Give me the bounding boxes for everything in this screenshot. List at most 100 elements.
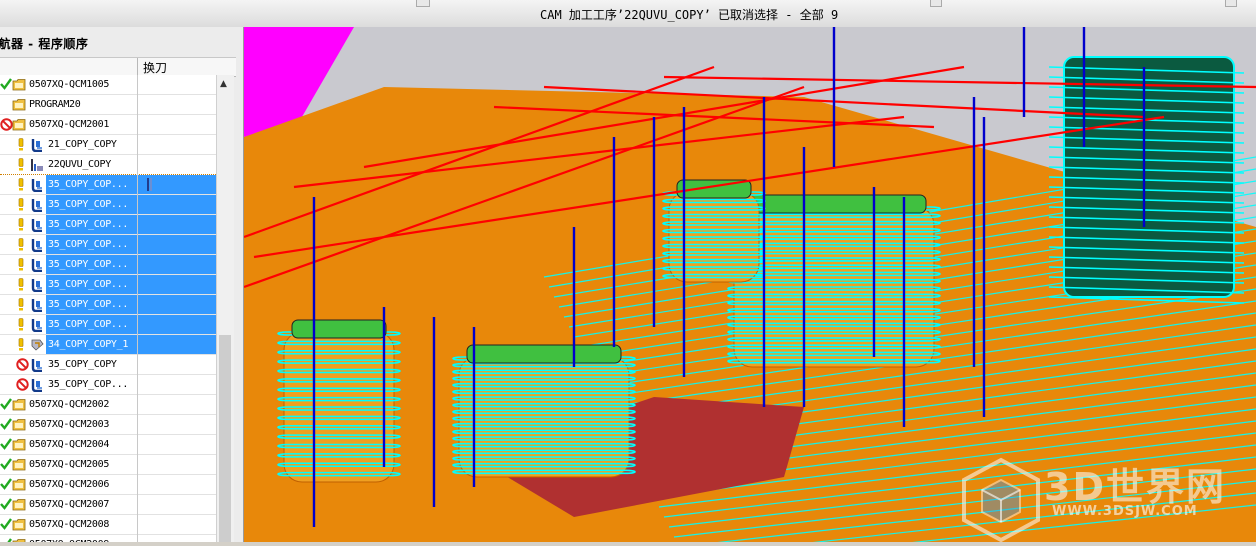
window-title: CAM 加工工序’22QUVU_COPY’ 已取消选择 - 全部 9 (540, 8, 839, 22)
title-button[interactable] (930, 0, 942, 7)
row-label: 35_COPY_COP... (48, 379, 129, 390)
tree-row[interactable]: 35_COPY_COP... (0, 375, 216, 395)
mill-op-icon (30, 138, 44, 155)
column-separator (137, 75, 138, 95)
row-label: 0507XQ-QCM2008 (29, 519, 110, 530)
tree-row[interactable]: 35_COPY_COP... (0, 275, 216, 295)
program-folder-icon (12, 498, 26, 514)
tool-change-icon (146, 178, 154, 194)
tree-row[interactable]: 0507XQ-QCM2006 (0, 475, 216, 495)
cube-logo-icon (962, 457, 1040, 543)
tree-row[interactable]: 35_COPY_COP... (0, 175, 216, 195)
watermark-url: WWW.3DSJW.COM (1052, 504, 1198, 519)
navigator-title: 导航器 - 程序顺序 (0, 37, 89, 51)
mill-op-icon (30, 258, 44, 275)
mill-op-icon (30, 358, 44, 375)
column-separator (137, 455, 138, 475)
row-label: 0507XQ-QCM2006 (29, 479, 110, 490)
tree-row[interactable]: 35_COPY_COP... (0, 215, 216, 235)
ban-icon (16, 358, 29, 374)
row-label: 0507XQ-QCM2005 (29, 459, 110, 470)
check-icon (0, 418, 12, 433)
row-label: 35_COPY_COP... (48, 179, 129, 190)
boss-top (466, 344, 622, 364)
warning-icon (16, 278, 26, 294)
title-button[interactable] (416, 0, 430, 7)
tree-row[interactable]: 35_COPY_COP... (0, 255, 216, 275)
tree-row[interactable]: 0507XQ-QCM2001 (0, 115, 216, 135)
boss-top (291, 319, 387, 339)
warning-icon (16, 218, 26, 234)
tree-row[interactable]: 21_COPY_COPY (0, 135, 216, 155)
tree-row[interactable]: PROGRAM20 (0, 95, 216, 115)
row-label: 0507XQ-QCM2003 (29, 419, 110, 430)
warning-icon (16, 238, 26, 254)
warning-icon (16, 258, 26, 274)
column-name[interactable] (0, 58, 138, 76)
scroll-up-icon[interactable]: ▲ (220, 79, 227, 89)
warning-icon (16, 298, 26, 314)
tree-row[interactable]: 0507XQ-QCM2003 (0, 415, 216, 435)
program-folder-icon (12, 418, 26, 434)
column-separator (137, 335, 138, 355)
row-label: 35_COPY_COP... (48, 219, 129, 230)
column-separator (137, 235, 138, 255)
column-separator (137, 275, 138, 295)
mill-op-icon (30, 278, 44, 295)
column-separator (137, 415, 138, 435)
tree-row[interactable]: 0507XQ-QCM2007 (0, 495, 216, 515)
check-icon (0, 458, 12, 473)
tree-row[interactable]: 22QUVU_COPY (0, 155, 216, 175)
title-bar: CAM 加工工序’22QUVU_COPY’ 已取消选择 - 全部 9 (0, 0, 1256, 28)
tree-row[interactable]: 0507XQ-QCM2009 (0, 535, 216, 542)
tree-row[interactable]: 0507XQ-QCM2002 (0, 395, 216, 415)
row-label: 35_COPY_COP... (48, 319, 129, 330)
warning-icon (16, 158, 26, 174)
row-label: 35_COPY_COPY (48, 359, 117, 370)
column-separator (137, 495, 138, 515)
tree-row[interactable]: 35_COPY_COP... (0, 235, 216, 255)
tree-row[interactable]: 0507XQ-QCM2008 (0, 515, 216, 535)
column-separator (137, 375, 138, 395)
program-folder-icon (12, 518, 26, 534)
tree-row[interactable]: 34_COPY_COPY_1 (0, 335, 216, 355)
column-separator (137, 475, 138, 495)
row-label: 0507XQ-QCM2004 (29, 439, 110, 450)
tree-row[interactable]: 35_COPY_COPY (0, 355, 216, 375)
warning-icon (16, 138, 26, 154)
ban-icon (16, 378, 29, 394)
program-folder-icon (12, 458, 26, 474)
tall-boss (1063, 56, 1235, 298)
column-separator (137, 535, 138, 542)
row-label: 35_COPY_COP... (48, 279, 129, 290)
tree-row[interactable]: 0507XQ-QCM1005 (0, 75, 216, 95)
warning-icon (16, 178, 26, 194)
operation-tree[interactable]: 0507XQ-QCM1005 PROGRAM20 0507XQ-QCM2001 21_… (0, 75, 216, 542)
row-label: 0507XQ-QCM2002 (29, 399, 110, 410)
column-separator (137, 195, 138, 215)
program-folder-icon (12, 78, 26, 94)
scroll-thumb[interactable] (219, 335, 231, 542)
column-separator (137, 435, 138, 455)
column-header: 换刀 (0, 57, 236, 77)
tree-row[interactable]: 0507XQ-QCM2005 (0, 455, 216, 475)
tree-row[interactable]: 35_COPY_COP... (0, 195, 216, 215)
column-separator (137, 355, 138, 375)
mill-op-icon (30, 198, 44, 215)
title-button[interactable] (1225, 0, 1237, 7)
column-tool-change[interactable]: 换刀 (143, 59, 167, 76)
column-separator (137, 255, 138, 275)
boss-top (741, 194, 927, 214)
row-label: 0507XQ-QCM1005 (29, 79, 110, 90)
program-folder-icon (12, 118, 26, 134)
column-separator (137, 315, 138, 335)
tree-row[interactable]: 35_COPY_COP... (0, 315, 216, 335)
column-separator (137, 215, 138, 235)
row-label: 0507XQ-QCM2001 (29, 119, 110, 130)
row-label: 35_COPY_COP... (48, 239, 129, 250)
drill-op-icon (30, 338, 45, 355)
tree-row[interactable]: 35_COPY_COP... (0, 295, 216, 315)
tree-scrollbar[interactable]: ▲ (216, 75, 234, 542)
tree-row[interactable]: 0507XQ-QCM2004 (0, 435, 216, 455)
check-icon (0, 438, 12, 453)
